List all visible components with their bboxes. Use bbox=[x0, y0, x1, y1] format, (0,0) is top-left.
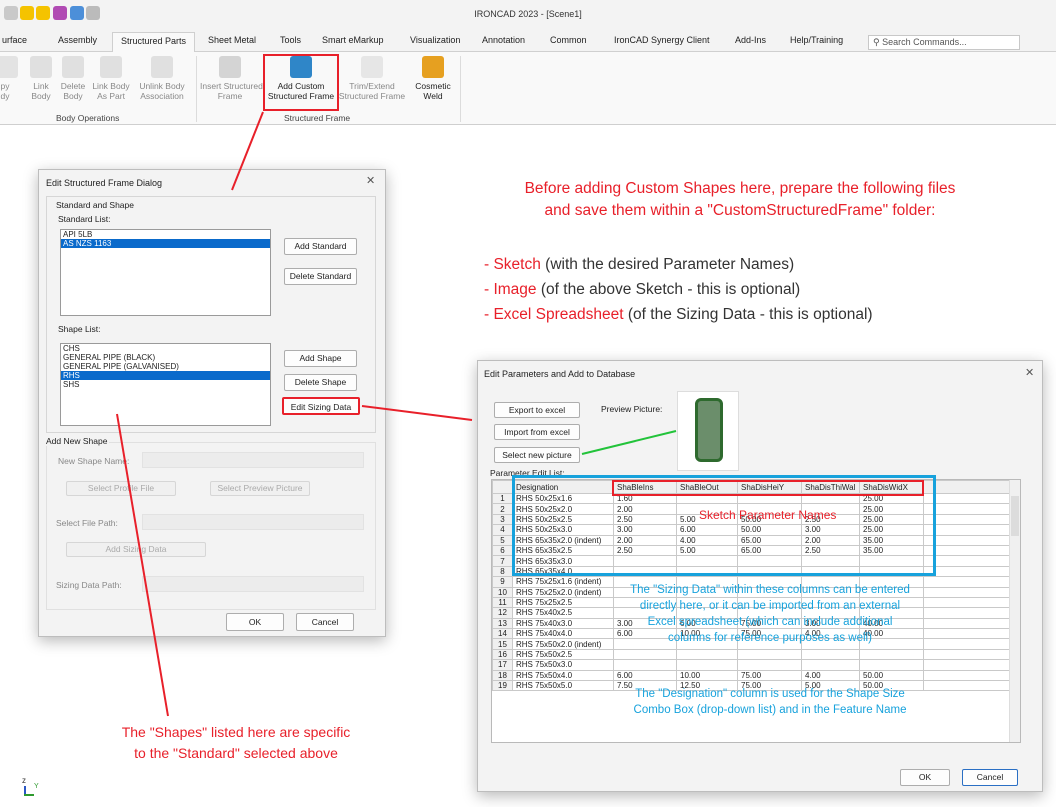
arrow-to-params-dialog bbox=[361, 405, 473, 421]
arrow-to-dialog bbox=[231, 111, 264, 191]
axis-y-icon bbox=[24, 794, 34, 796]
axis-z-label: z bbox=[22, 776, 26, 785]
annotation-arrows bbox=[116, 111, 677, 717]
axis-y-label: Y bbox=[34, 783, 39, 790]
arrow-to-shape-list bbox=[116, 413, 169, 717]
arrow-to-preview bbox=[581, 430, 677, 455]
